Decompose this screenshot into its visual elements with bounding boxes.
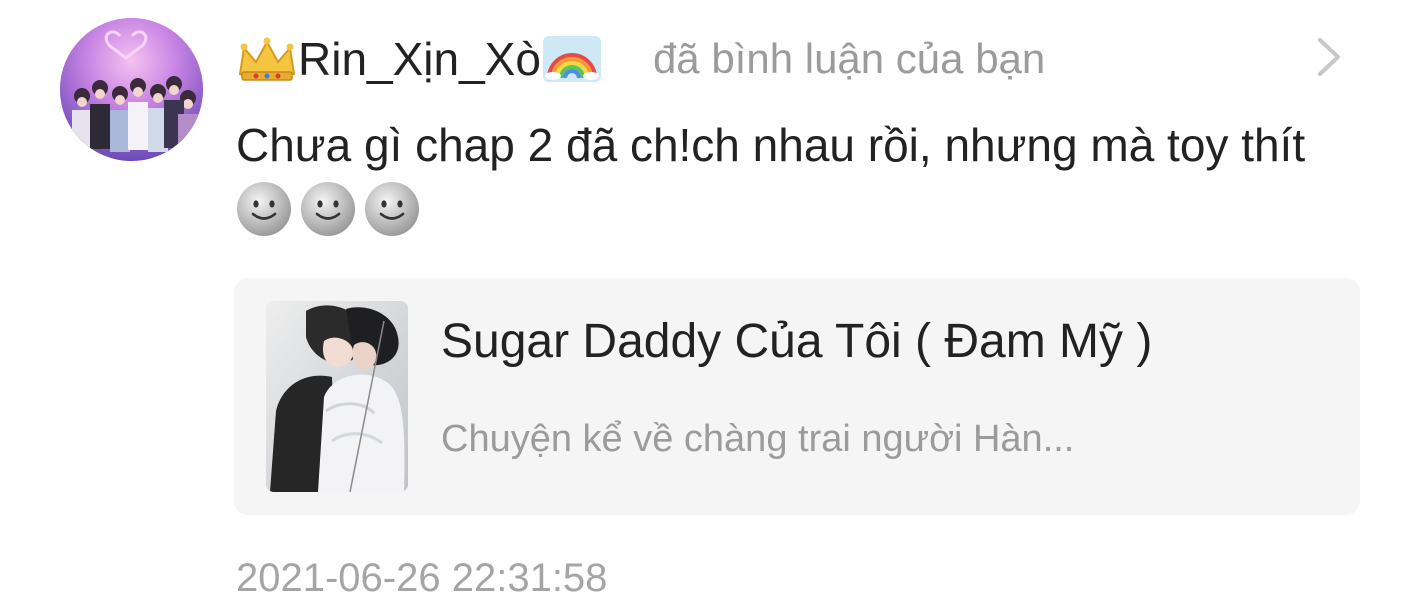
story-title[interactable]: Sugar Daddy Của Tôi ( Đam Mỹ ) [441,314,1152,369]
slightly-smiling-face-icon [236,181,292,237]
avatar[interactable] [60,18,203,161]
crown-icon [236,34,298,84]
slightly-smiling-face-icon [364,181,420,237]
comment-text: Chưa gì chap 2 đã ch!ch nhau rồi, nhưng … [236,112,1346,244]
timestamp: 2021-06-26 22:31:58 [236,556,608,600]
story-description: Chuyện kể về chàng trai người Hàn... [441,418,1075,460]
username[interactable]: Rin_Xịn_Xò [298,32,541,86]
notification-header: Rin_Xịn_Xò đã bình luận của bạn [236,28,1045,90]
slightly-smiling-face-icon [300,181,356,237]
avatar-group-photo [60,18,203,161]
story-card[interactable]: Sugar Daddy Của Tôi ( Đam Mỹ ) Chuyện kể… [234,278,1360,515]
notification-action-text: đã bình luận của bạn [652,35,1046,82]
comment-body: Chưa gì chap 2 đã ch!ch nhau rồi, nhưng … [236,119,1306,171]
rainbow-icon [541,34,603,84]
chevron-right-icon[interactable] [1312,34,1346,80]
story-cover-image [266,301,408,492]
